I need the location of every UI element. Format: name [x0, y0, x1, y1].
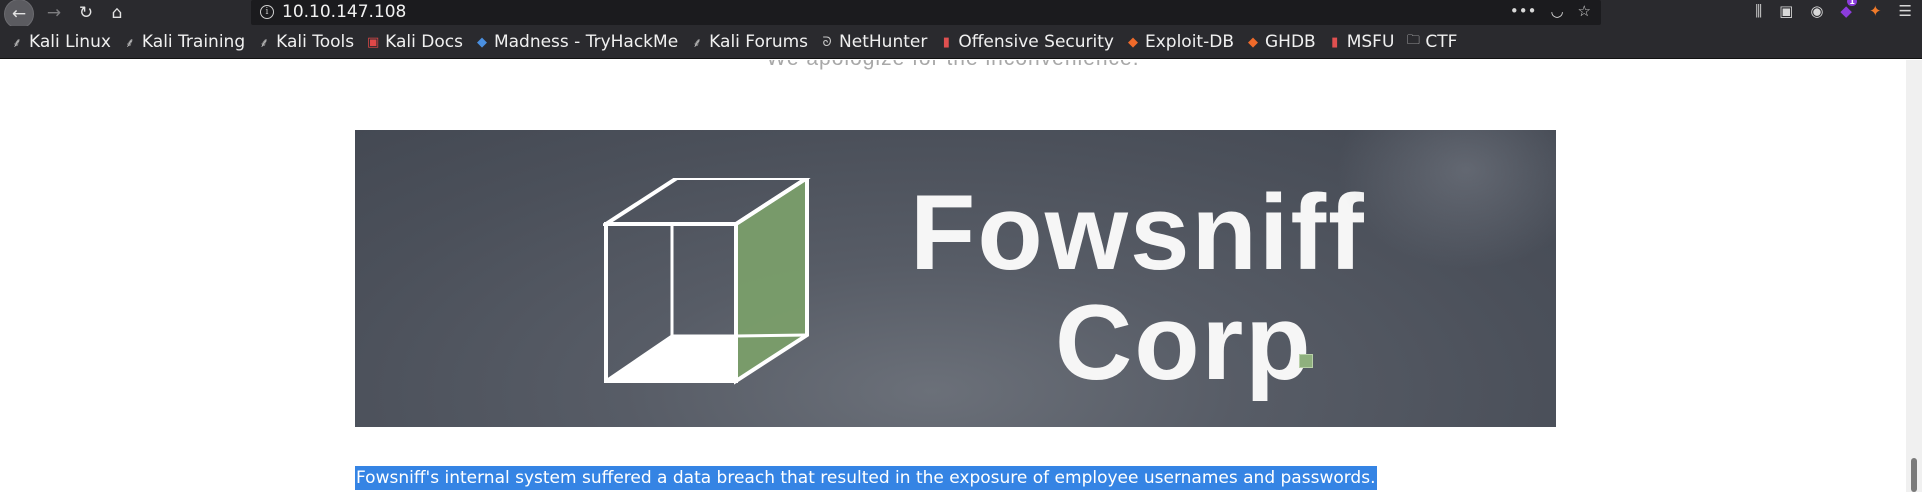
reload-button[interactable]: ↻ [73, 0, 99, 26]
bookmark-kali-linux[interactable]: ⸙ Kali Linux [10, 32, 111, 52]
bookmark-offensive-security[interactable]: ▮ Offensive Security [939, 32, 1114, 52]
menu-icon[interactable]: ☰ [1899, 2, 1912, 20]
bookmark-label: Kali Forums [709, 32, 809, 52]
browser-toolbar: ← → ↻ ⌂ i 10.10.147.108 ••• ◡ ☆ ⫼ ▣ ◉ ◆ 1… [0, 0, 1922, 29]
bookmark-kali-forums[interactable]: ⸙ Kali Forums [690, 32, 808, 52]
pocket-icon[interactable]: ◡ [1550, 2, 1563, 20]
bookmarks-bar: ⸙ Kali Linux ⸙ Kali Training ⸙ Kali Tools ▣… [0, 26, 1922, 59]
offsec-icon: ▮ [942, 34, 950, 50]
bookmark-label: CTF [1425, 32, 1458, 52]
bookmark-ghdb[interactable]: ◆ GHDB [1246, 32, 1316, 52]
page-actions-icon[interactable]: ••• [1510, 2, 1537, 20]
bookmark-kali-tools[interactable]: ⸙ Kali Tools [257, 32, 354, 52]
extension-icon[interactable]: ◆ 1 [1840, 0, 1857, 20]
bookmark-star-icon[interactable]: ☆ [1578, 2, 1591, 20]
breach-notice-selected-text[interactable]: Fowsniff's internal system suffered a da… [355, 466, 1377, 490]
brand-name-line-2: Corp [1055, 282, 1313, 402]
page-content: We apologize for the inconvenience. Fows… [0, 60, 1906, 492]
bookmark-label: MSFU [1346, 32, 1395, 52]
extension-badge: 1 [1847, 0, 1857, 6]
cube-logo-icon [603, 178, 811, 385]
bookmark-label: Madness - TryHackMe [493, 32, 679, 52]
bookmark-label: Kali Docs [385, 32, 463, 52]
brand-name-line-1: Fowsniff [910, 172, 1366, 292]
kali-dragon-icon: ⸙ [12, 36, 22, 51]
exploitdb-icon: ◆ [1247, 34, 1258, 50]
fowsniff-banner-image: Fowsniff Corp [355, 130, 1556, 427]
offsec-icon: ▮ [1331, 34, 1339, 50]
back-button[interactable]: ← [4, 0, 34, 29]
bookmark-label: Kali Training [141, 32, 246, 52]
bookmark-label: Kali Tools [276, 32, 355, 52]
scrollbar-thumb[interactable] [1911, 458, 1917, 492]
account-icon[interactable]: ◉ [1810, 2, 1823, 20]
bookmark-kali-docs[interactable]: ▣ Kali Docs [366, 32, 463, 52]
bookmark-label: Kali Linux [29, 32, 111, 52]
bookmark-nethunter[interactable]: ᘐ NetHunter [820, 32, 927, 52]
folder-icon: 🗀 [1406, 33, 1420, 48]
bookmark-label: GHDB [1264, 32, 1316, 52]
kali-dragon-icon: ⸙ [125, 36, 135, 51]
foxyproxy-icon[interactable]: ✦ [1869, 2, 1882, 20]
exploitdb-icon: ◆ [1127, 34, 1138, 50]
arrow-left-icon: ← [11, 4, 27, 24]
url-text[interactable]: 10.10.147.108 [282, 2, 406, 22]
site-info-icon[interactable]: i [260, 5, 274, 19]
tryhackme-icon: ◆ [476, 34, 487, 50]
bookmark-kali-training[interactable]: ⸙ Kali Training [123, 32, 245, 52]
arrow-right-icon: → [46, 3, 62, 23]
bookmark-exploit-db[interactable]: ◆ Exploit-DB [1126, 32, 1234, 52]
nethunter-icon: ᘐ [822, 34, 832, 50]
bookmark-ctf-folder[interactable]: 🗀 CTF [1406, 31, 1458, 53]
page-scrollbar[interactable] [1906, 60, 1922, 492]
library-icon[interactable]: ⫼ [1755, 2, 1762, 20]
kali-dragon-icon: ⸙ [692, 36, 703, 51]
bookmark-label: Offensive Security [958, 32, 1114, 52]
bookmark-msfu[interactable]: ▮ MSFU [1328, 32, 1395, 52]
bookmark-madness-tryhackme[interactable]: ◆ Madness - TryHackMe [475, 32, 678, 52]
kali-dragon-icon: ⸙ [259, 36, 269, 51]
sidebar-icon[interactable]: ▣ [1779, 2, 1793, 20]
home-button[interactable]: ⌂ [104, 0, 130, 26]
bookmark-label: Exploit-DB [1144, 32, 1234, 52]
home-icon: ⌂ [111, 3, 123, 23]
url-bar[interactable]: i 10.10.147.108 ••• ◡ ☆ [251, 0, 1601, 25]
brand-accent-square [1299, 354, 1313, 368]
bookmark-label: NetHunter [839, 32, 928, 52]
forward-button[interactable]: → [41, 0, 67, 26]
kali-docs-icon: ▣ [366, 34, 380, 50]
reload-icon: ↻ [78, 3, 94, 23]
apology-text: We apologize for the inconvenience. [0, 60, 1906, 71]
